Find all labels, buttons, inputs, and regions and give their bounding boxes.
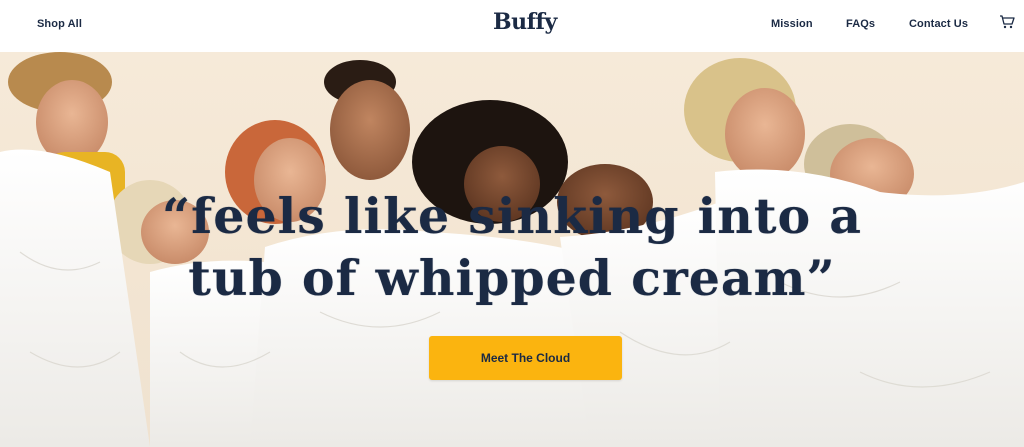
hero-section: “feels like sinking into a tub of whippe… — [0, 52, 1024, 447]
hero-headline: “feels like sinking into a tub of whippe… — [0, 185, 1024, 309]
nav-mission-link[interactable]: Mission — [771, 18, 813, 30]
headline-line-2: tub of whipped cream” — [188, 249, 836, 307]
cart-icon[interactable] — [999, 14, 1015, 30]
meet-the-cloud-button[interactable]: Meet The Cloud — [429, 336, 622, 380]
site-header: Shop All Buffy Mission FAQs Contact Us — [0, 0, 1024, 52]
person-7 — [684, 58, 805, 180]
headline-line-1: “feels like sinking into a — [162, 187, 862, 245]
brand-logo[interactable]: Buffy — [493, 9, 557, 35]
nav-faqs-link[interactable]: FAQs — [846, 18, 875, 30]
nav-contact-link[interactable]: Contact Us — [909, 18, 968, 30]
person-4 — [324, 60, 410, 180]
shop-all-link[interactable]: Shop All — [37, 18, 82, 30]
